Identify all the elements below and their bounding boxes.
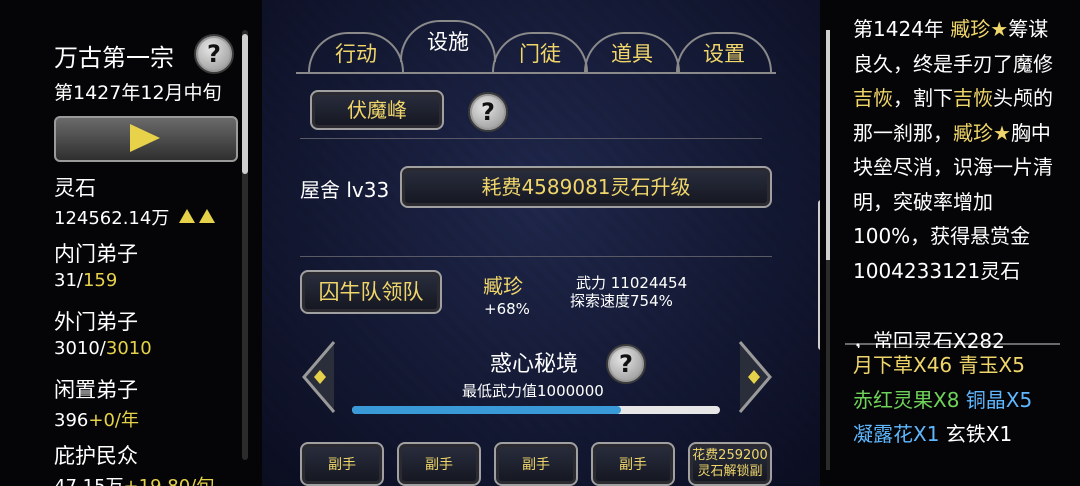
divider xyxy=(300,256,772,257)
play-icon xyxy=(130,124,160,152)
reward-row: 月下草X46 青玉X5 xyxy=(853,348,1063,383)
peak-button[interactable]: 伏魔峰 xyxy=(310,90,444,130)
reward-item: 凝露花X1 xyxy=(853,422,940,446)
up-arrow-icon xyxy=(199,209,216,223)
stat-label: 外门弟子 xyxy=(54,310,138,334)
tab-facility[interactable]: 设施 xyxy=(400,20,496,62)
log-segment: ，割下 xyxy=(893,86,953,110)
reward-row: 凝露花X1 玄铁X1 xyxy=(853,417,1063,452)
stat-value: 47.15万 xyxy=(54,476,124,486)
team-leader-button[interactable]: 囚牛队领队 xyxy=(300,270,442,314)
assistant-slot-button[interactable]: 副手 xyxy=(300,442,384,486)
progress-fill xyxy=(352,406,621,414)
reward-item: 玄铁X1 xyxy=(945,422,1013,446)
leader-explore-speed: 探索速度754% xyxy=(570,292,673,310)
unlock-assistant-button[interactable]: 花费259200 灵石解锁副 xyxy=(688,442,772,486)
stat-label: 庇护民众 xyxy=(54,444,138,468)
stat-extra: +0/年 xyxy=(88,410,139,431)
log-segment: 吉恢 xyxy=(953,86,993,110)
divider xyxy=(300,138,762,139)
reward-item: 月下草X46 xyxy=(853,353,953,377)
stat-label: 灵石 xyxy=(54,176,96,200)
log-segment: 臧珍★ xyxy=(953,120,1011,145)
tab-items[interactable]: 道具 xyxy=(584,32,680,74)
stat-label: 内门弟子 xyxy=(54,242,138,266)
stat-idle-disciples: 闲置弟子 396+0/年 xyxy=(54,374,139,432)
tab-disciples[interactable]: 门徒 xyxy=(492,32,588,74)
prev-realm-arrow-icon[interactable] xyxy=(300,340,336,414)
log-segment: 吉恢 xyxy=(853,86,893,110)
stat-label: 闲置弟子 xyxy=(54,378,138,402)
log-segment: 臧珍★ xyxy=(950,17,1009,41)
next-realm-arrow-icon[interactable] xyxy=(738,340,774,414)
help-icon[interactable]: ? xyxy=(468,92,508,132)
realm-title: 惑心秘境 xyxy=(490,352,579,377)
upgrade-button[interactable]: 耗费4589081灵石升级 xyxy=(400,166,772,208)
stat-inner-disciples: 内门弟子 31/159 xyxy=(54,238,138,291)
log-segment: 第1424年 xyxy=(853,17,951,41)
leader-bonus: +68% xyxy=(484,300,530,318)
stat-outer-disciples: 外门弟子 3010/3010 xyxy=(54,306,152,359)
assistant-slot-button[interactable]: 副手 xyxy=(494,442,578,486)
stat-spirit-stone: 灵石 124562.14万 xyxy=(54,172,216,230)
stat-value: 31/ xyxy=(54,270,83,291)
up-arrow-icon xyxy=(179,209,196,223)
stat-extra: +19.80/旬 xyxy=(124,476,215,486)
play-button[interactable] xyxy=(54,116,238,162)
realm-progress-bar xyxy=(352,406,720,414)
assistant-slot-button[interactable]: 副手 xyxy=(397,442,481,486)
reward-item: 青玉X5 xyxy=(958,353,1025,377)
house-level-label: 屋舍 lv33 xyxy=(300,178,390,202)
reward-item: 赤红灵果X8 xyxy=(853,387,960,412)
event-log-text: 第1424年 臧珍★筹谋良久，终是手刃了魔修吉恢，割下吉恢头颅的那一刹那，臧珍★… xyxy=(853,12,1063,288)
stat-value: 396 xyxy=(54,410,89,431)
stat-value: 124562.14万 xyxy=(54,208,170,229)
log-scroll-thumb[interactable] xyxy=(826,30,830,260)
leader-name[interactable]: 臧珍 xyxy=(483,270,523,299)
stat-extra: 3010 xyxy=(105,338,152,359)
stat-extra: 159 xyxy=(82,270,118,291)
tab-settings[interactable]: 设置 xyxy=(676,32,772,74)
tab-action[interactable]: 行动 xyxy=(308,32,404,74)
help-icon[interactable]: ? xyxy=(194,34,234,74)
sect-panel: 万古第一宗 ? 第1427年12月中旬 灵石 124562.14万 内门弟子 3… xyxy=(0,0,262,486)
reward-item: 铜晶X5 xyxy=(965,387,1033,412)
sect-name: 万古第一宗 xyxy=(54,44,174,72)
reward-list: ，常回灵石X282 月下草X46 青玉X5 赤红灵果X8 铜晶X5 凝露花X1 玄铁… xyxy=(853,329,1063,452)
realm-min-power: 最低武力值1000000 xyxy=(462,382,604,400)
reward-row: 赤红灵果X8 铜晶X5 xyxy=(853,383,1063,418)
game-date: 第1427年12月中旬 xyxy=(54,82,222,104)
stat-value: 3010/ xyxy=(54,338,106,359)
help-icon[interactable]: ? xyxy=(606,344,646,384)
stat-sheltered-people: 庇护民众 47.15万+19.80/旬 xyxy=(54,440,214,486)
assistant-slot-button[interactable]: 副手 xyxy=(591,442,675,486)
reward-cutoff: ，常回灵石X282 xyxy=(853,329,1005,348)
left-scroll-thumb[interactable] xyxy=(242,34,248,174)
tab-divider xyxy=(296,72,776,74)
